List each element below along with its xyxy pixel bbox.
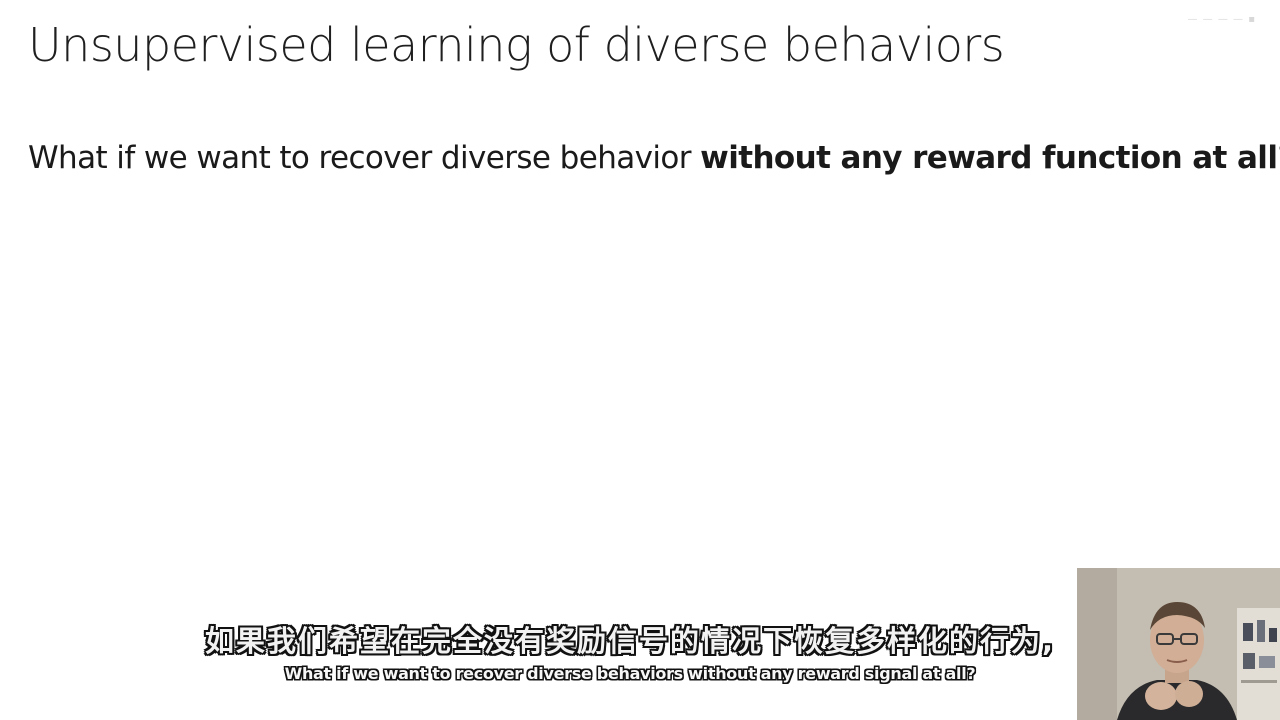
presenter-video-icon bbox=[1077, 568, 1280, 720]
subtitle-area: 如果我们希望在完全没有奖励信号的情况下恢复多样化的行为, What if we … bbox=[0, 618, 1260, 683]
slide-title: Unsupervised learning of diverse behavio… bbox=[28, 18, 1005, 72]
subtitle-chinese: 如果我们希望在完全没有奖励信号的情况下恢复多样化的行为, bbox=[204, 624, 1056, 658]
corner-watermark: — — — — ▪ bbox=[1187, 14, 1256, 25]
subtitle-english: What if we want to recover diverse behav… bbox=[284, 664, 976, 683]
body-text-bold: without any reward function at all bbox=[700, 140, 1278, 176]
presenter-video-graphic bbox=[1077, 568, 1280, 720]
slide-body-text: What if we want to recover diverse behav… bbox=[28, 140, 1280, 176]
slide: Unsupervised learning of diverse behavio… bbox=[0, 0, 1280, 720]
body-text-prefix: What if we want to recover diverse behav… bbox=[28, 140, 701, 176]
